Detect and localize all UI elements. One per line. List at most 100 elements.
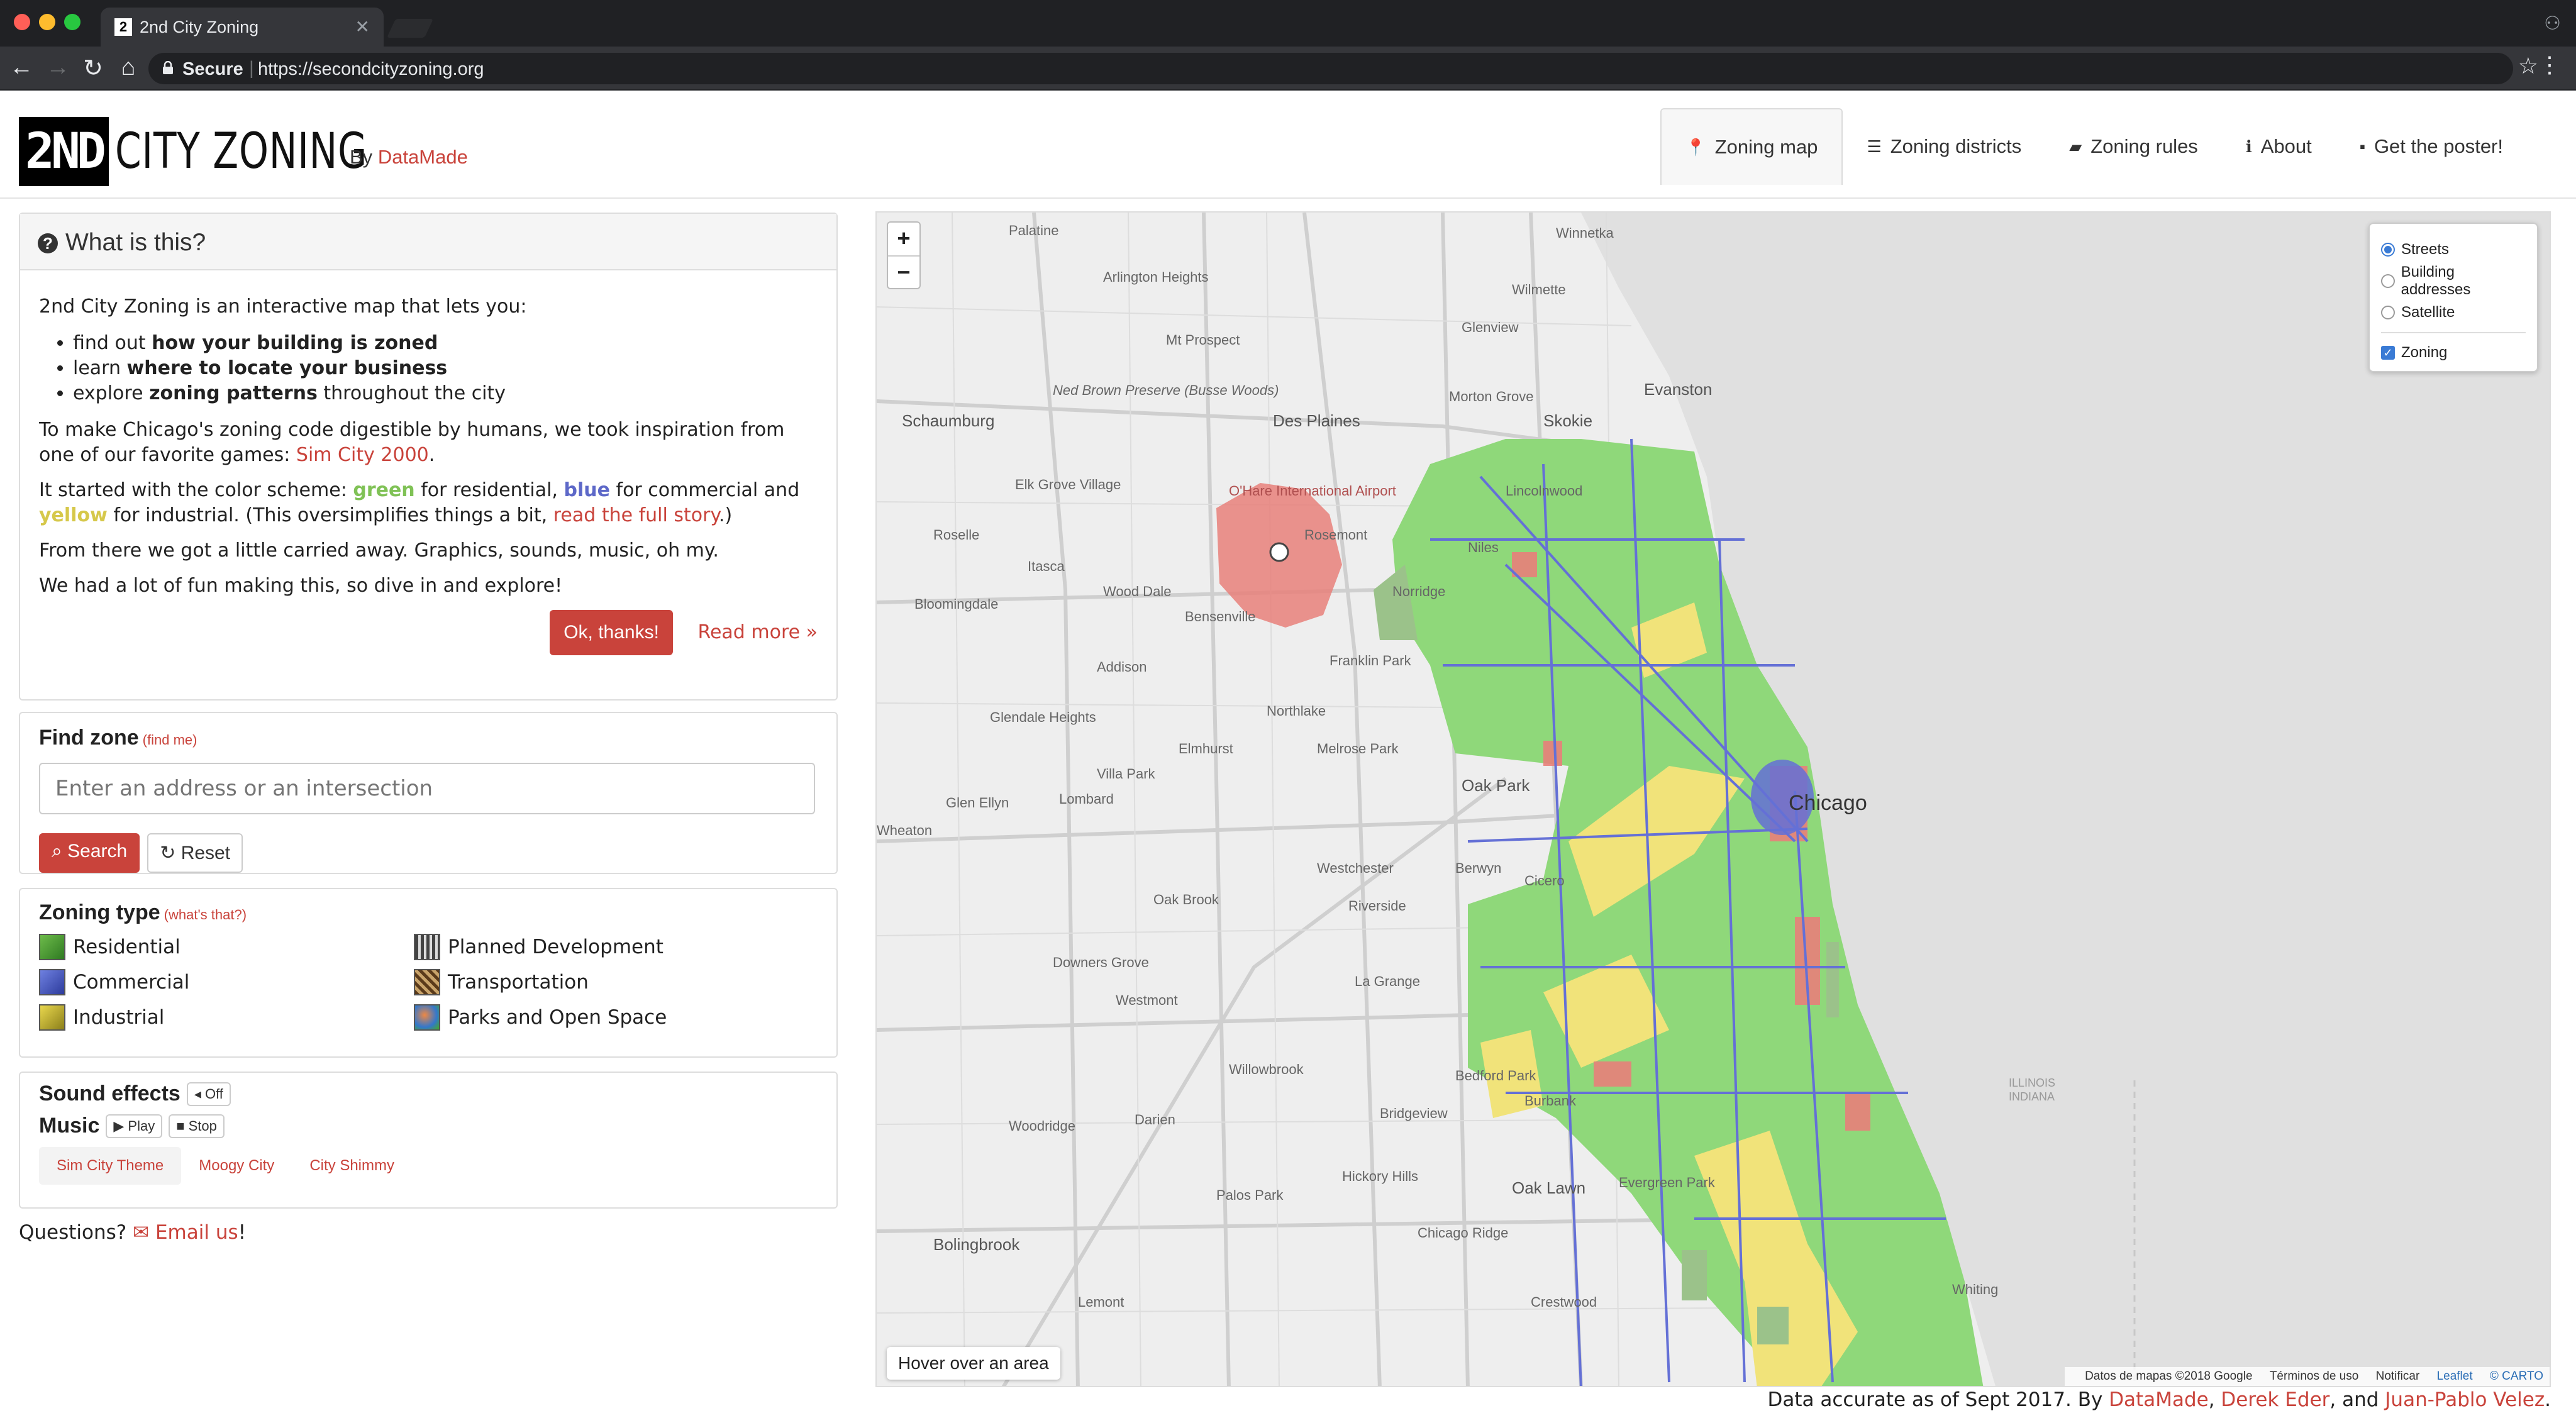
email-us-link[interactable]: ✉ Email us — [133, 1221, 238, 1244]
about-title: What is this? — [65, 229, 206, 256]
maximize-window-button[interactable] — [64, 14, 80, 30]
close-window-button[interactable] — [14, 14, 30, 30]
browser-titlebar: 2 2nd City Zoning ✕ ⚇ — [0, 0, 2576, 47]
profile-icon[interactable]: ⚇ — [2544, 13, 2561, 35]
svg-text:Elmhurst: Elmhurst — [1179, 741, 1233, 756]
address-bar[interactable]: Secure | https://secondcityzoning.org — [148, 53, 2513, 84]
nav-about[interactable]: ℹ About — [2222, 108, 2336, 185]
svg-text:Mt Prospect: Mt Prospect — [1166, 332, 1240, 348]
url-text[interactable]: https://secondcityzoning.org — [258, 59, 484, 80]
carto-link[interactable]: © CARTO — [2490, 1370, 2543, 1383]
search-icon: ⌕ — [52, 841, 68, 861]
reload-icon[interactable]: ↻ — [79, 54, 107, 82]
layer-building-addresses[interactable]: Building addresses — [2381, 263, 2526, 298]
legend-industrial[interactable]: Industrial — [39, 1004, 414, 1031]
svg-text:Evergreen Park: Evergreen Park — [1619, 1175, 1716, 1190]
forward-arrow-icon[interactable]: → — [44, 54, 72, 81]
commercial-icon — [39, 969, 65, 995]
close-tab-icon[interactable]: ✕ — [355, 16, 370, 37]
report-link[interactable]: Notificar — [2376, 1370, 2420, 1383]
svg-text:Glen Ellyn: Glen Ellyn — [946, 795, 1009, 811]
zoom-control: + − — [887, 221, 921, 289]
svg-text:Downers Grove: Downers Grove — [1053, 955, 1149, 970]
tab-title: 2nd City Zoning — [140, 18, 259, 36]
nav-get-poster[interactable]: ▪ Get the poster! — [2336, 108, 2527, 185]
terms-link[interactable]: Términos de uso — [2270, 1370, 2359, 1383]
legend-commercial[interactable]: Commercial — [39, 969, 414, 995]
svg-text:Whiting: Whiting — [1952, 1282, 1998, 1297]
full-story-link[interactable]: read the full story — [553, 504, 719, 526]
svg-text:Morton Grove: Morton Grove — [1449, 389, 1534, 404]
stop-icon: ■ — [176, 1117, 189, 1134]
transportation-icon — [414, 969, 440, 995]
about-paragraph: From there we got a little carried away.… — [39, 540, 719, 562]
minimize-window-button[interactable] — [39, 14, 55, 30]
svg-text:Oak Park: Oak Park — [1462, 776, 1530, 795]
checkbox-checked[interactable]: ✓ — [2381, 346, 2395, 360]
find-me-link[interactable]: (find me) — [143, 732, 197, 748]
whats-that-link[interactable]: (what's that?) — [164, 907, 247, 922]
layer-satellite[interactable]: Satellite — [2381, 297, 2526, 328]
juan-pablo-velez-link[interactable]: Juan-Pablo Velez — [2385, 1388, 2545, 1411]
svg-text:O'Hare International Airport: O'Hare International Airport — [1229, 483, 1396, 499]
ok-thanks-button[interactable]: Ok, thanks! — [550, 610, 673, 655]
reset-button[interactable]: ↻ Reset — [147, 833, 243, 873]
zoning-map[interactable]: Palatine Winnetka Arlington Heights Mt P… — [875, 211, 2551, 1387]
svg-text:Schaumburg: Schaumburg — [902, 411, 994, 430]
derek-eder-link[interactable]: Derek Eder — [2221, 1388, 2329, 1411]
music-play-button[interactable]: ▶ Play — [106, 1114, 163, 1138]
svg-text:Rosemont: Rosemont — [1304, 527, 1367, 543]
svg-text:Hickory Hills: Hickory Hills — [1342, 1168, 1418, 1184]
main-nav: 📍 Zoning map ☰ Zoning districts ▰ Zoning ru… — [1660, 108, 2527, 185]
layer-streets[interactable]: Streets — [2381, 234, 2526, 265]
datamade-footer-link[interactable]: DataMade — [2109, 1388, 2209, 1411]
layer-control: Streets Building addresses Satellite ✓ Zo… — [2368, 223, 2538, 372]
browser-tab[interactable]: 2 2nd City Zoning ✕ — [101, 8, 384, 47]
music-row: Music ▶ Play ■ Stop — [39, 1114, 818, 1138]
read-more-link[interactable]: Read more » — [697, 621, 818, 643]
svg-text:Skokie: Skokie — [1543, 411, 1592, 430]
nav-zoning-rules[interactable]: ▰ Zoning rules — [2045, 108, 2222, 185]
sim-city-link[interactable]: Sim City 2000 — [296, 444, 429, 466]
leaflet-link[interactable]: Leaflet — [2437, 1370, 2473, 1383]
track-moogy-city[interactable]: Moogy City — [181, 1147, 292, 1185]
map-canvas[interactable]: Palatine Winnetka Arlington Heights Mt P… — [877, 213, 2551, 1387]
logo-text: CITY ZONING — [114, 123, 368, 180]
play-icon: ▶ — [113, 1117, 128, 1134]
radio-unselected[interactable] — [2381, 274, 2395, 288]
svg-text:ILLINOIS: ILLINOIS — [2009, 1077, 2055, 1089]
browser-menu-icon[interactable]: ⋮ — [2538, 52, 2561, 78]
zoom-out-button[interactable]: − — [888, 255, 919, 288]
address-search-input[interactable] — [39, 763, 815, 814]
track-city-shimmy[interactable]: City Shimmy — [292, 1147, 412, 1185]
legend-residential[interactable]: Residential — [39, 934, 414, 960]
music-stop-button[interactable]: ■ Stop — [169, 1114, 225, 1138]
list-item: explore zoning patterns throughout the c… — [73, 381, 818, 406]
legend-parks[interactable]: Parks and Open Space — [414, 1004, 791, 1031]
legend-transportation[interactable]: Transportation — [414, 969, 791, 995]
svg-text:Lincolnwood: Lincolnwood — [1506, 483, 1582, 499]
overlay-zoning[interactable]: ✓ Zoning — [2381, 337, 2526, 368]
svg-text:Palatine: Palatine — [1009, 223, 1059, 238]
nav-zoning-districts[interactable]: ☰ Zoning districts — [1843, 108, 2045, 185]
new-tab-button[interactable] — [387, 19, 433, 38]
bookmark-star-icon[interactable]: ☆ — [2518, 53, 2538, 79]
svg-text:Bolingbrook: Bolingbrook — [933, 1235, 1020, 1254]
radio-selected[interactable] — [2381, 243, 2395, 257]
planned-development-icon — [414, 934, 440, 960]
about-panel-body: 2nd City Zoning is an interactive map th… — [20, 270, 836, 688]
residential-icon — [39, 934, 65, 960]
back-arrow-icon[interactable]: ← — [8, 54, 35, 81]
sound-effects-toggle[interactable]: ◂ Off — [186, 1082, 231, 1106]
radio-unselected[interactable] — [2381, 306, 2395, 319]
home-icon[interactable]: ⌂ — [114, 54, 142, 81]
datamade-link[interactable]: DataMade — [378, 146, 468, 168]
svg-text:Evanston: Evanston — [1644, 380, 1712, 399]
search-button[interactable]: ⌕ Search — [39, 833, 140, 873]
svg-text:Wheaton: Wheaton — [877, 823, 932, 838]
legend-planned-development[interactable]: Planned Development — [414, 934, 791, 960]
zoom-in-button[interactable]: + — [888, 223, 919, 255]
svg-text:Des Plaines: Des Plaines — [1273, 411, 1360, 430]
nav-zoning-map[interactable]: 📍 Zoning map — [1660, 108, 1843, 185]
track-sim-city-theme[interactable]: Sim City Theme — [39, 1147, 182, 1185]
